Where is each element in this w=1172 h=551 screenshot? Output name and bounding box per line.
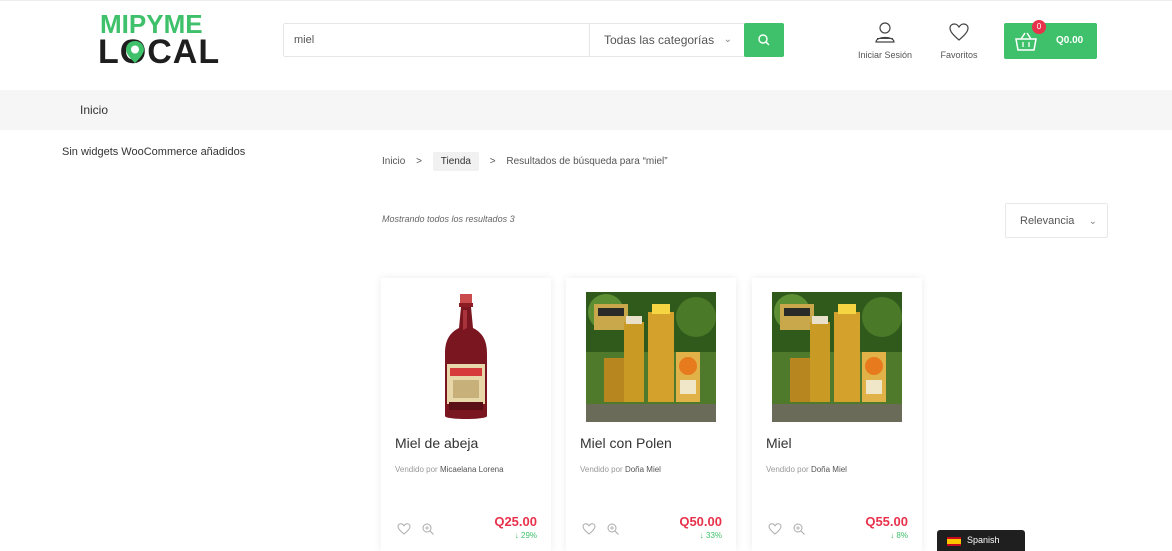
language-switcher[interactable]: Spanish bbox=[937, 530, 1025, 551]
logo-line-2: LOCAL bbox=[98, 33, 221, 71]
cart-count-badge: 0 bbox=[1032, 20, 1046, 34]
search-button[interactable] bbox=[744, 23, 784, 57]
sort-select[interactable]: Relevancia ⌄ bbox=[1005, 203, 1108, 238]
product-title[interactable]: Miel bbox=[766, 435, 792, 451]
breadcrumb-item-inicio[interactable]: Inicio bbox=[382, 156, 405, 167]
product-discount: ↓ 8% bbox=[890, 531, 908, 540]
search-input[interactable] bbox=[284, 24, 589, 56]
zoom-icon[interactable] bbox=[792, 522, 806, 536]
favorites-link[interactable]: Favoritos bbox=[929, 21, 989, 61]
breadcrumb-separator: > bbox=[416, 156, 422, 167]
product-seller: Vendido por Doña Miel bbox=[580, 464, 710, 475]
seller-prefix: Vendido por bbox=[580, 465, 623, 474]
spain-flag-icon bbox=[947, 537, 961, 546]
seller-prefix: Vendido por bbox=[766, 465, 809, 474]
seller-link[interactable]: Micaelana Lorena bbox=[440, 465, 504, 474]
chevron-down-icon: ⌄ bbox=[723, 34, 732, 45]
product-seller: Vendido por Micaelana Lorena bbox=[395, 464, 525, 475]
product-card[interactable]: Miel de abeja Vendido por Micaelana Lore… bbox=[381, 278, 551, 551]
breadcrumb-item-tienda[interactable]: Tienda bbox=[432, 152, 479, 171]
product-price: Q55.00 bbox=[865, 514, 908, 529]
login-label: Iniciar Sesión bbox=[857, 50, 913, 60]
heart-icon[interactable] bbox=[397, 522, 411, 536]
favorites-label: Favoritos bbox=[940, 50, 978, 60]
product-seller: Vendido por Doña Miel bbox=[766, 464, 896, 475]
site-header: MIPYME LOCAL Todas las categorías ⌄ Inic… bbox=[0, 0, 1172, 90]
login-link[interactable]: Iniciar Sesión bbox=[855, 21, 915, 61]
breadcrumb-separator: > bbox=[489, 156, 496, 167]
product-card[interactable]: Miel Vendido por Doña Miel Q55.00 ↓ 8% bbox=[752, 278, 922, 551]
seller-link[interactable]: Doña Miel bbox=[625, 465, 661, 474]
sort-select-value: Relevancia bbox=[1020, 215, 1075, 227]
heart-icon bbox=[949, 23, 969, 41]
seller-link[interactable]: Doña Miel bbox=[811, 465, 847, 474]
product-actions bbox=[582, 522, 642, 538]
cart-button[interactable]: 0 Q0.00 bbox=[1004, 20, 1097, 59]
product-image[interactable] bbox=[772, 292, 902, 422]
product-title[interactable]: Miel de abeja bbox=[395, 435, 478, 451]
product-image[interactable] bbox=[586, 292, 716, 422]
site-logo[interactable]: MIPYME LOCAL bbox=[98, 9, 221, 71]
location-pin-icon bbox=[126, 41, 144, 63]
breadcrumb: Inicio > Tienda > Resultados de búsqueda… bbox=[382, 152, 668, 171]
zoom-icon[interactable] bbox=[421, 522, 435, 536]
heart-icon[interactable] bbox=[582, 522, 596, 536]
breadcrumb-item-current: Resultados de búsqueda para “miel” bbox=[506, 156, 668, 167]
category-select-value: Todas las categorías bbox=[604, 33, 715, 47]
product-actions bbox=[397, 522, 457, 538]
cart-total: Q0.00 bbox=[1056, 35, 1084, 46]
search-icon bbox=[758, 34, 770, 46]
heart-icon[interactable] bbox=[768, 522, 782, 536]
product-price: Q25.00 bbox=[494, 514, 537, 529]
product-actions bbox=[768, 522, 828, 538]
product-title[interactable]: Miel con Polen bbox=[580, 435, 672, 451]
seller-prefix: Vendido por bbox=[395, 465, 438, 474]
product-card[interactable]: Miel con Polen Vendido por Doña Miel Q50… bbox=[566, 278, 736, 551]
result-count: Mostrando todos los resultados 3 bbox=[382, 214, 515, 224]
main-nav: Inicio bbox=[0, 90, 1172, 130]
product-price: Q50.00 bbox=[679, 514, 722, 529]
product-discount: ↓ 33% bbox=[699, 531, 722, 540]
search-bar: Todas las categorías ⌄ bbox=[283, 23, 784, 57]
product-discount: ↓ 29% bbox=[514, 531, 537, 540]
zoom-icon[interactable] bbox=[606, 522, 620, 536]
language-label: Spanish bbox=[967, 535, 1000, 545]
basket-icon bbox=[1015, 32, 1037, 51]
nav-item-inicio[interactable]: Inicio bbox=[80, 90, 108, 130]
category-select[interactable]: Todas las categorías ⌄ bbox=[589, 24, 744, 56]
sidebar-empty-note: Sin widgets WooCommerce añadidos bbox=[62, 146, 246, 158]
chevron-down-icon: ⌄ bbox=[1088, 216, 1097, 227]
user-icon bbox=[875, 22, 895, 43]
product-image[interactable] bbox=[401, 292, 531, 422]
